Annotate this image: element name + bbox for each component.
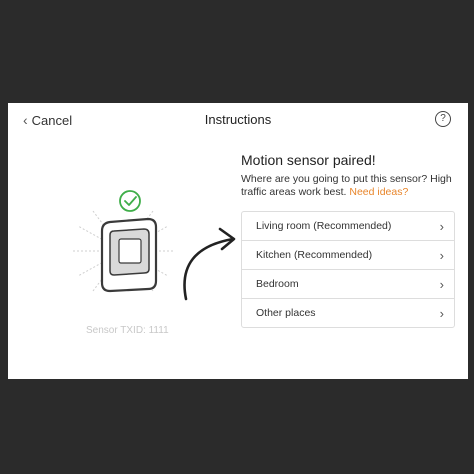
location-option[interactable]: Kitchen (Recommended) ›	[242, 241, 454, 270]
location-label: Other places	[256, 307, 316, 319]
sensor-illustration	[73, 190, 236, 301]
sensor-txid: Sensor TXID: 1111	[86, 325, 169, 336]
curved-arrow-icon	[183, 227, 236, 301]
location-label: Bedroom	[256, 278, 299, 290]
help-button[interactable]: ?	[435, 111, 451, 127]
need-ideas-link[interactable]: Need ideas?	[349, 186, 408, 198]
location-option[interactable]: Living room (Recommended) ›	[242, 212, 454, 241]
chevron-right-icon: ›	[439, 276, 444, 292]
location-label: Kitchen (Recommended)	[256, 249, 373, 261]
pairing-heading: Motion sensor paired!	[241, 152, 376, 168]
motion-sensor-icon	[100, 217, 158, 293]
page-title: Instructions	[204, 112, 272, 127]
chevron-right-icon: ›	[439, 247, 444, 263]
location-option[interactable]: Bedroom ›	[242, 270, 454, 299]
location-label: Living room (Recommended)	[256, 220, 392, 232]
check-circle-icon	[119, 190, 141, 212]
chevron-right-icon: ›	[439, 305, 444, 321]
pairing-screen: ‹ Cancel Instructions ? Sensor TXID: 111…	[8, 103, 468, 379]
pairing-description: Where are you going to put this sensor? …	[241, 173, 456, 199]
description-text: Where are you going to put this sensor? …	[241, 173, 452, 198]
chevron-right-icon: ›	[439, 218, 444, 234]
header-bar: ‹ Cancel Instructions ?	[8, 103, 468, 137]
location-list: Living room (Recommended) › Kitchen (Rec…	[241, 211, 455, 328]
location-option[interactable]: Other places ›	[242, 299, 454, 327]
